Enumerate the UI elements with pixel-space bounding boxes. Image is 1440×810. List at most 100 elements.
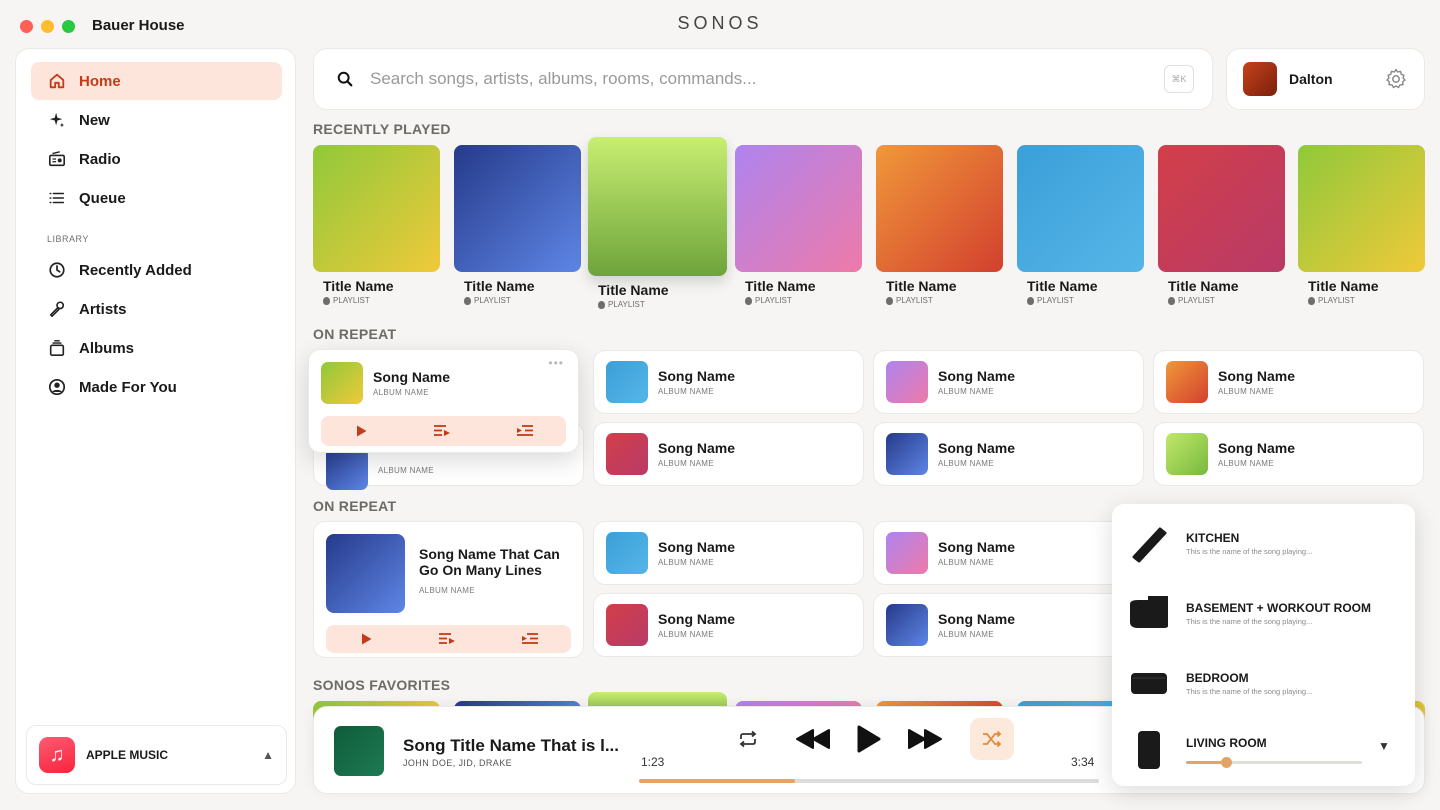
- tile-title: Title Name: [1308, 278, 1379, 294]
- gear-icon[interactable]: [1384, 67, 1408, 91]
- shuffle-button[interactable]: [970, 718, 1014, 760]
- tile-type: PLAYLIST: [896, 296, 933, 305]
- more-icon[interactable]: •••: [548, 356, 564, 370]
- recently-played-tile[interactable]: Title Name PLAYLIST: [1017, 145, 1144, 305]
- room-item-basement[interactable]: BASEMENT + WORKOUT ROOM This is the name…: [1126, 588, 1406, 638]
- music-service-selector[interactable]: ♫ APPLE MUSIC ▲: [26, 725, 287, 785]
- room-name: LIVING ROOM: [1186, 736, 1267, 750]
- song-card-expanded[interactable]: Song Name ALBUM NAME •••: [308, 349, 579, 453]
- song-name: Song Name: [373, 369, 451, 385]
- room-item-bedroom[interactable]: BEDROOM This is the name of the song pla…: [1126, 658, 1406, 708]
- recently-played-tile[interactable]: Title Name PLAYLIST: [1158, 145, 1285, 305]
- search-input[interactable]: [370, 69, 1164, 89]
- profile-card[interactable]: Dalton: [1226, 48, 1425, 110]
- song-card[interactable]: Song Name ALBUM NAME: [593, 350, 864, 414]
- album-name: ALBUM NAME: [658, 558, 714, 567]
- section-title-on-repeat-2: ON REPEAT: [313, 498, 397, 514]
- tile-subtitle: PLAYLIST: [464, 296, 581, 305]
- user-circle-icon: [47, 377, 67, 397]
- sidebar-item-queue[interactable]: Queue: [31, 179, 282, 217]
- tile-type: PLAYLIST: [608, 300, 645, 309]
- play-icon: [857, 725, 881, 753]
- add-to-queue-icon[interactable]: [521, 631, 539, 647]
- progress-bar[interactable]: [639, 779, 1099, 783]
- room-item-kitchen[interactable]: KITCHEN This is the name of the song pla…: [1126, 518, 1406, 568]
- sidebar-item-new[interactable]: New: [31, 101, 282, 139]
- recently-played-tile[interactable]: Title Name PLAYLIST: [876, 145, 1003, 305]
- song-info: Song Name ALBUM NAME: [938, 368, 1015, 396]
- sidebar-item-recently-added[interactable]: Recently Added: [31, 251, 282, 289]
- song-card[interactable]: Song Name ALBUM NAME: [1153, 422, 1424, 486]
- tile-type: PLAYLIST: [1178, 296, 1215, 305]
- song-card[interactable]: Song Name ALBUM NAME: [873, 422, 1144, 486]
- chevron-up-icon[interactable]: ▲: [262, 748, 274, 762]
- recently-played-tile-hover[interactable]: Title Name PLAYLIST: [588, 137, 727, 309]
- album-art: [1166, 433, 1208, 475]
- next-button[interactable]: [906, 725, 944, 753]
- library-heading: LIBRARY: [47, 234, 89, 244]
- song-name: Song Name: [938, 368, 1016, 384]
- room-item-living-room[interactable]: LIVING ROOM ▼: [1126, 725, 1406, 775]
- now-playing-art[interactable]: [334, 726, 384, 776]
- play-button[interactable]: [852, 723, 884, 755]
- now-playing-artists[interactable]: JOHN DOE, JID, DRAKE: [403, 758, 512, 768]
- albums-icon: [47, 338, 67, 358]
- play-next-icon[interactable]: [433, 423, 451, 439]
- song-card[interactable]: Song Name ALBUM NAME: [1153, 350, 1424, 414]
- sidebar-item-artists[interactable]: Artists: [31, 290, 282, 328]
- album-art: [326, 534, 405, 613]
- house-name[interactable]: Bauer House: [92, 17, 185, 34]
- album-name: ALBUM NAME: [658, 630, 714, 639]
- song-info: Song Name ALBUM NAME: [938, 539, 1015, 567]
- song-card[interactable]: Song Name ALBUM NAME: [593, 422, 864, 486]
- play-next-icon[interactable]: [438, 631, 456, 647]
- song-card[interactable]: Song Name ALBUM NAME: [593, 521, 864, 585]
- sidebar-item-radio[interactable]: Radio: [31, 140, 282, 178]
- song-card[interactable]: Song Name ALBUM NAME: [593, 593, 864, 657]
- profile-name: Dalton: [1289, 71, 1333, 87]
- album-name: ALBUM NAME: [658, 387, 714, 396]
- add-to-queue-icon[interactable]: [516, 423, 534, 439]
- room-name: BASEMENT + WORKOUT ROOM: [1186, 600, 1371, 615]
- volume-fill: [1186, 761, 1227, 764]
- album-art: [886, 361, 928, 403]
- play-icon[interactable]: [354, 424, 368, 438]
- song-row: Song Name ALBUM NAME: [321, 362, 566, 404]
- tile-type: PLAYLIST: [474, 296, 511, 305]
- chevron-down-icon[interactable]: ▼: [1378, 739, 1390, 753]
- sidebar-item-albums[interactable]: Albums: [31, 329, 282, 367]
- song-card-large[interactable]: Song Name That Can Go On Many Lines ALBU…: [313, 521, 584, 658]
- recently-played-tile[interactable]: Title Name PLAYLIST: [313, 145, 440, 305]
- previous-button[interactable]: [794, 725, 832, 753]
- song-title-line-2: Go On Many Lines: [419, 562, 542, 578]
- song-card[interactable]: Song Name ALBUM NAME: [873, 350, 1144, 414]
- album-art: [326, 448, 368, 490]
- close-window-button[interactable]: [20, 20, 33, 33]
- rooms-panel: KITCHEN This is the name of the song pla…: [1112, 504, 1415, 786]
- volume-slider[interactable]: [1186, 757, 1362, 768]
- sidebar: Home New Radio Queue LIBRARY Recently Ad…: [15, 48, 296, 794]
- play-icon[interactable]: [359, 632, 373, 646]
- song-info: Song Name That Can Go On Many Lines ALBU…: [419, 546, 560, 613]
- song-card[interactable]: Song Name ALBUM NAME: [873, 521, 1144, 585]
- elapsed-time: 1:23: [641, 755, 665, 769]
- room-info: BEDROOM This is the name of the song pla…: [1186, 671, 1312, 696]
- sidebar-item-label: Recently Added: [79, 261, 192, 279]
- microphone-icon: [47, 299, 67, 319]
- song-card[interactable]: Song Name ALBUM NAME: [873, 593, 1144, 657]
- zoom-window-button[interactable]: [62, 20, 75, 33]
- speaker-box-icon: [1126, 661, 1172, 705]
- now-playing-title[interactable]: Song Title Name That is l...: [403, 736, 623, 756]
- sidebar-item-label: New: [79, 111, 110, 129]
- recently-played-tile[interactable]: Title Name PLAYLIST: [454, 145, 581, 305]
- album-art: [606, 433, 648, 475]
- minimize-window-button[interactable]: [41, 20, 54, 33]
- sidebar-item-home[interactable]: Home: [31, 62, 282, 100]
- album-name: ALBUM NAME: [1218, 459, 1274, 468]
- repeat-button[interactable]: [734, 727, 762, 751]
- sidebar-item-made-for-you[interactable]: Made For You: [31, 368, 282, 406]
- recently-played-tile[interactable]: Title Name PLAYLIST: [735, 145, 862, 305]
- volume-knob[interactable]: [1221, 757, 1233, 768]
- recently-played-tile[interactable]: Title Name PLAYLIST: [1298, 145, 1425, 305]
- sidebar-item-label: Artists: [79, 300, 127, 318]
